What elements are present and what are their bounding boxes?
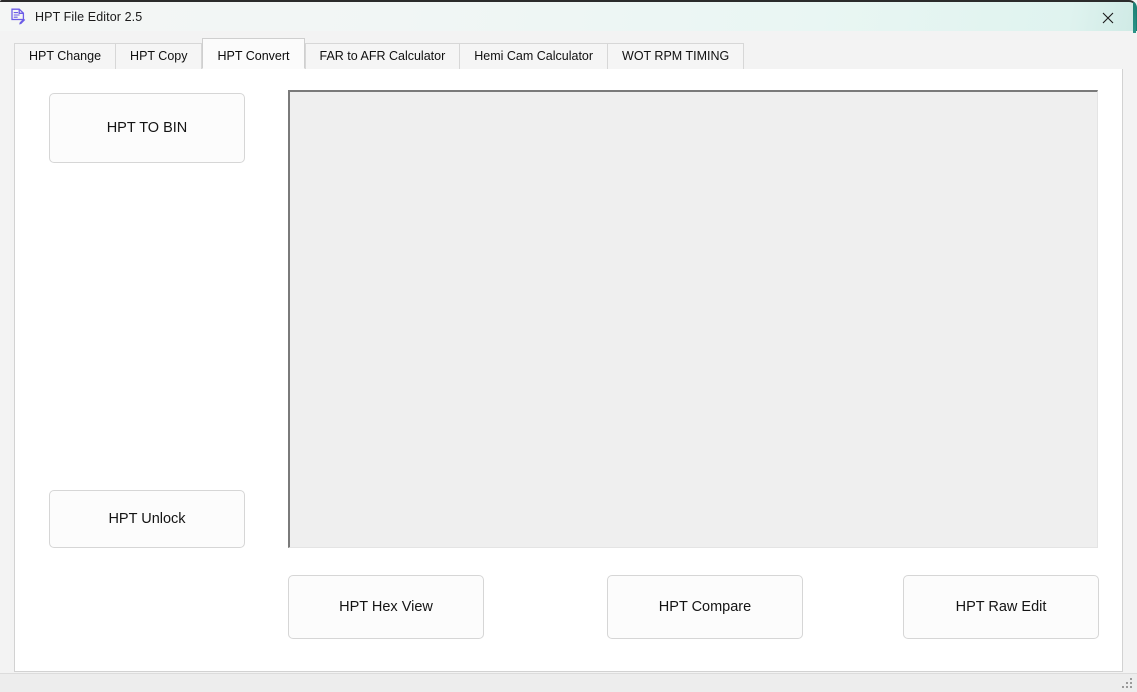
hpt-raw-edit-button[interactable]: HPT Raw Edit bbox=[903, 575, 1099, 639]
hpt-unlock-button[interactable]: HPT Unlock bbox=[49, 490, 245, 548]
tab-label: HPT Convert bbox=[217, 50, 289, 63]
tab-label: HPT Change bbox=[29, 50, 101, 63]
close-icon bbox=[1102, 12, 1114, 24]
document-edit-icon bbox=[10, 8, 26, 26]
tab-label: HPT Copy bbox=[130, 50, 187, 63]
app-window: HPT File Editor 2.5 HPT Change HPT Copy … bbox=[0, 0, 1137, 692]
button-label: HPT Compare bbox=[659, 599, 751, 615]
close-button[interactable] bbox=[1090, 2, 1126, 33]
output-log-box[interactable] bbox=[288, 90, 1098, 548]
button-label: HPT Unlock bbox=[108, 511, 185, 527]
button-label: HPT Hex View bbox=[339, 599, 433, 615]
tab-wot-rpm-timing[interactable]: WOT RPM TIMING bbox=[608, 43, 744, 69]
tab-hpt-copy[interactable]: HPT Copy bbox=[116, 43, 202, 69]
resize-grip[interactable] bbox=[1120, 676, 1134, 690]
tab-label: WOT RPM TIMING bbox=[622, 50, 729, 63]
status-strip bbox=[0, 673, 1137, 692]
tab-far-to-afr-calculator[interactable]: FAR to AFR Calculator bbox=[305, 43, 461, 69]
hpt-hex-view-button[interactable]: HPT Hex View bbox=[288, 575, 484, 639]
window-title: HPT File Editor 2.5 bbox=[35, 10, 142, 24]
tab-label: Hemi Cam Calculator bbox=[474, 50, 593, 63]
tab-hpt-change[interactable]: HPT Change bbox=[14, 43, 116, 69]
title-bar[interactable]: HPT File Editor 2.5 bbox=[0, 0, 1137, 31]
tab-hpt-convert[interactable]: HPT Convert bbox=[202, 38, 304, 69]
button-label: HPT TO BIN bbox=[107, 120, 188, 136]
tab-label: FAR to AFR Calculator bbox=[320, 50, 446, 63]
tab-strip: HPT Change HPT Copy HPT Convert FAR to A… bbox=[14, 43, 1123, 70]
button-label: HPT Raw Edit bbox=[956, 599, 1047, 615]
hpt-compare-button[interactable]: HPT Compare bbox=[607, 575, 803, 639]
tab-content-hpt-convert: HPT TO BIN HPT Unlock HPT Hex View HPT C… bbox=[14, 69, 1123, 672]
tab-hemi-cam-calculator[interactable]: Hemi Cam Calculator bbox=[460, 43, 608, 69]
hpt-to-bin-button[interactable]: HPT TO BIN bbox=[49, 93, 245, 163]
